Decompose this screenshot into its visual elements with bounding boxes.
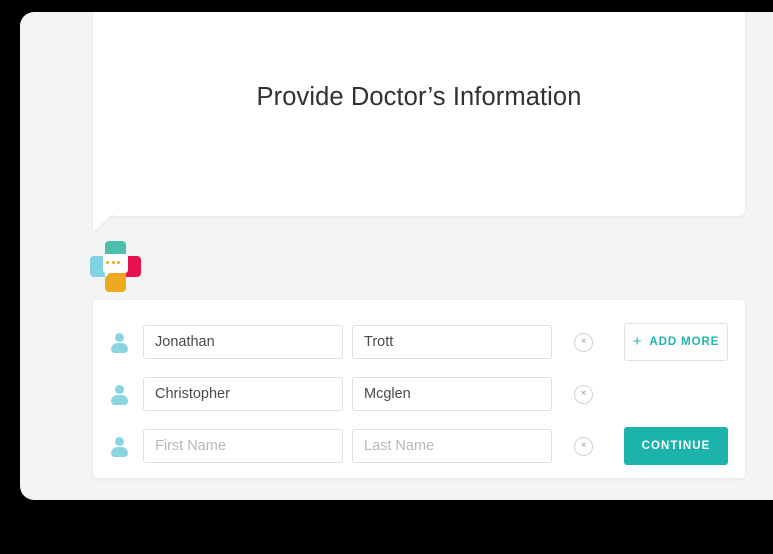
medical-chat-logo bbox=[90, 241, 142, 293]
remove-row-button[interactable]: × bbox=[574, 384, 593, 404]
person-icon bbox=[111, 332, 128, 353]
remove-row-button[interactable]: × bbox=[574, 332, 593, 352]
app-frame: Provide Doctor’s Information × + bbox=[20, 12, 773, 500]
row-action-slot: + ADD MORE bbox=[624, 323, 728, 361]
add-more-label: ADD MORE bbox=[649, 336, 720, 348]
header-speech-bubble: Provide Doctor’s Information bbox=[93, 12, 745, 216]
doctor-row: × CONTINUE bbox=[93, 427, 745, 465]
first-name-input[interactable] bbox=[143, 325, 343, 359]
plus-icon: + bbox=[632, 332, 643, 350]
speech-bubble-tail bbox=[93, 208, 119, 232]
first-name-input[interactable] bbox=[143, 429, 343, 463]
action-spacer bbox=[624, 375, 728, 413]
continue-button[interactable]: CONTINUE bbox=[624, 427, 728, 465]
logo-ellipsis-icon bbox=[106, 261, 120, 264]
row-action-slot: CONTINUE bbox=[624, 427, 728, 465]
add-more-button[interactable]: + ADD MORE bbox=[624, 323, 728, 361]
doctor-row: × + ADD MORE bbox=[93, 323, 745, 361]
page-title: Provide Doctor’s Information bbox=[256, 83, 582, 111]
last-name-input[interactable] bbox=[352, 429, 552, 463]
doctor-row: × bbox=[93, 377, 745, 411]
person-icon bbox=[111, 384, 128, 405]
doctor-form-card: × + ADD MORE × bbox=[93, 300, 745, 478]
remove-row-button[interactable]: × bbox=[574, 436, 593, 456]
last-name-input[interactable] bbox=[352, 325, 552, 359]
logo-speech-bubble-tail-icon bbox=[105, 272, 110, 278]
last-name-input[interactable] bbox=[352, 377, 552, 411]
first-name-input[interactable] bbox=[143, 377, 343, 411]
person-icon bbox=[111, 436, 128, 457]
row-action-slot bbox=[624, 375, 728, 413]
